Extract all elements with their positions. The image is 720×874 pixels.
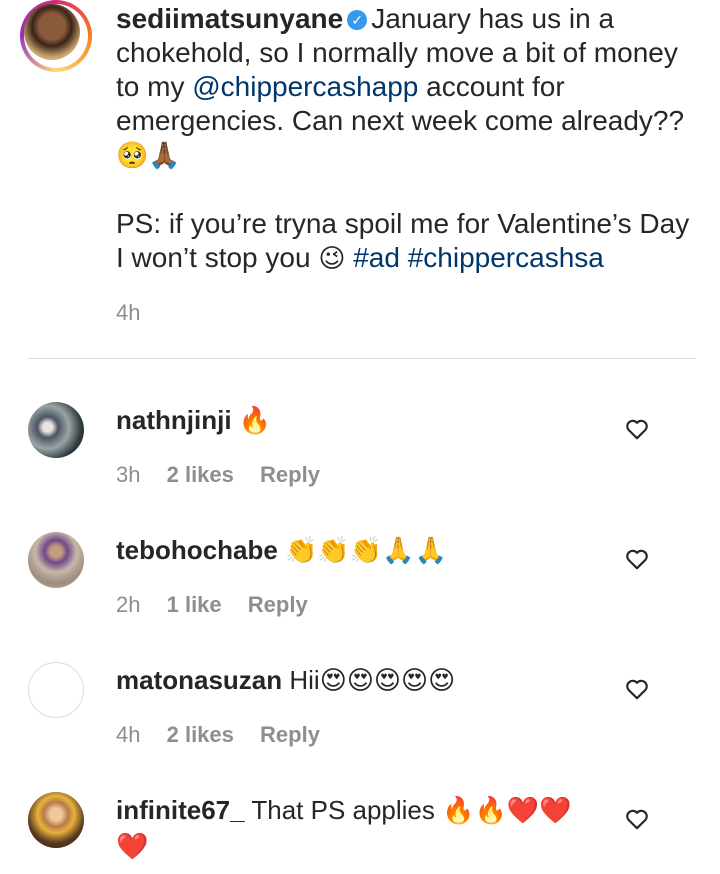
mention-link[interactable]: @chippercashapp [192,71,418,102]
heart-outline-icon[interactable] [624,546,650,572]
comment-username[interactable]: matonasuzan [116,665,282,695]
comment-time: 3h [116,462,141,487]
comment-username[interactable]: infinite67_ [116,795,245,825]
post-timestamp: 4h [116,300,141,325]
verified-badge-icon: ✓ [347,10,368,30]
comment-time: 2h [116,592,141,617]
comment-time: 4h [116,722,141,747]
reply-button[interactable]: Reply [260,462,320,487]
avatar-image [24,4,80,60]
comment-text: tebohochabe 👏👏👏🙏🙏 [116,532,606,568]
comment-body: Hii😍😍😍😍😍 [282,665,456,695]
avatar[interactable] [28,402,84,458]
heart-outline-icon[interactable] [624,676,650,702]
comment-text: nathnjinji 🔥 [116,402,606,438]
comment-username[interactable]: nathnjinji [116,405,232,435]
hashtag-links[interactable]: #ad #chippercashsa [345,242,604,273]
post-author-username[interactable]: sediimatsunyane [116,3,343,34]
post-author-avatar[interactable] [20,0,92,72]
comment-meta: 4h 2 likes Reply [116,722,340,748]
comment-text: matonasuzan Hii😍😍😍😍😍 [116,662,606,698]
comment-likes[interactable]: 1 like [167,592,222,617]
divider [28,358,696,359]
comment-likes[interactable]: 2 likes [167,722,234,747]
post-caption: sediimatsunyane ✓ January has us in a chok… [116,2,696,276]
comment-meta: 2h 1 like Reply [116,592,328,618]
avatar[interactable] [28,662,84,718]
comment-likes[interactable]: 2 likes [167,462,234,487]
avatar[interactable] [28,532,84,588]
reply-button[interactable]: Reply [260,722,320,747]
reply-button[interactable]: Reply [248,592,308,617]
heart-outline-icon[interactable] [624,806,650,832]
comment-meta: 3h 2 likes Reply [116,462,340,488]
caption-emoji-2: 😉 [318,244,346,274]
heart-outline-icon[interactable] [624,416,650,442]
avatar[interactable] [28,792,84,848]
comment-body: 👏👏👏🙏🙏 [277,535,447,565]
comment-text: infinite67_ That PS applies 🔥🔥❤️❤️ ❤️ [116,792,606,864]
comment-username[interactable]: tebohochabe [116,535,278,565]
caption-emoji-1: 🥺🙏🏾 [116,141,181,171]
comment-body: 🔥 [231,405,272,435]
